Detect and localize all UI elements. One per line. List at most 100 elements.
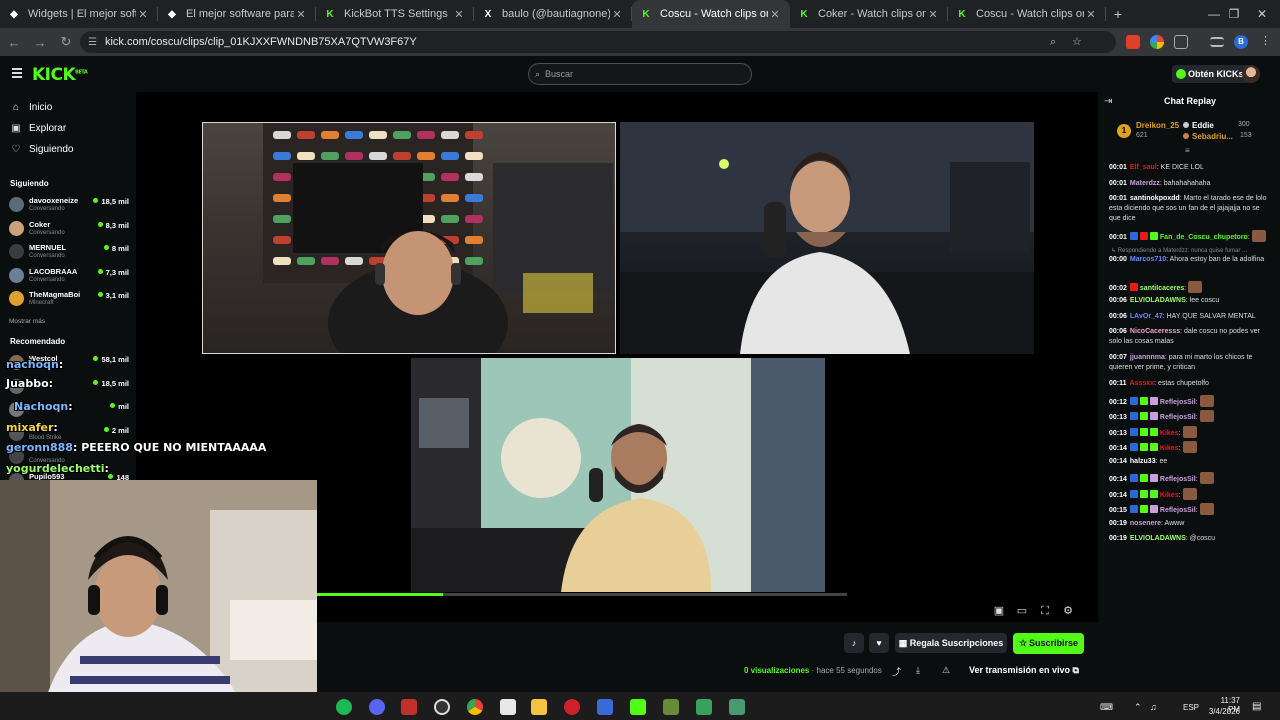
chat-message[interactable]: 00:14 Kikes: — [1109, 487, 1273, 501]
notification-bell-icon[interactable]: ♪ — [844, 633, 864, 653]
opera-icon[interactable] — [564, 699, 580, 715]
chat-username[interactable]: ReflejosSil — [1160, 414, 1196, 421]
expand-leaderboard-icon[interactable]: ≡ — [1185, 146, 1193, 155]
chat-username[interactable]: Elf_saul — [1130, 164, 1157, 171]
watch-live-link[interactable]: Ver transmisión en vivo ⧉ — [969, 665, 1079, 676]
notifications-icon[interactable]: ▤ — [1252, 701, 1261, 712]
extension-icon[interactable] — [1126, 35, 1140, 49]
hamburger-menu-icon[interactable] — [12, 68, 22, 80]
chat-username[interactable]: jjuannnma — [1130, 354, 1165, 361]
chat-message[interactable]: 00:06 ELVIOLADAWNS: lee coscu — [1109, 296, 1273, 306]
search-input[interactable]: ⌕ Buscar — [528, 63, 752, 85]
zoom-icon[interactable]: ⌕ — [1050, 31, 1056, 53]
obs-icon[interactable] — [434, 699, 450, 715]
chat-username[interactable]: nosenere — [1130, 520, 1161, 527]
chat-message[interactable]: 00:12 ReflejosSil: — [1109, 394, 1273, 408]
close-tab-icon[interactable]: ✕ — [294, 8, 308, 21]
reload-icon[interactable]: ↻ — [54, 34, 78, 50]
chat-message[interactable]: 00:11 Asssxx: estas chupetolfo — [1109, 379, 1273, 389]
volume-icon[interactable]: ♫ — [1150, 702, 1157, 712]
theater-mode-icon[interactable]: ▭ — [1015, 604, 1029, 618]
sidebar-channel[interactable]: TheMagmaBoi Minecraft 3,1 mil — [9, 288, 129, 310]
close-window-icon[interactable]: ✕ — [1244, 0, 1280, 28]
chat-username[interactable]: Marcos710 — [1130, 256, 1166, 263]
minecraft-icon[interactable] — [663, 699, 679, 715]
tray-chevron-icon[interactable]: ⌃ — [1134, 702, 1142, 713]
fullscreen-icon[interactable]: ⛶ — [1038, 604, 1052, 618]
settings-gear-icon[interactable]: ⚙ — [1061, 604, 1075, 618]
back-icon[interactable]: ← — [2, 35, 26, 50]
chat-message[interactable]: 00:14 halzu33: ee — [1109, 457, 1273, 467]
close-tab-icon[interactable]: ✕ — [610, 8, 624, 21]
report-warning-icon[interactable]: ⚠ — [942, 665, 950, 676]
profile-avatar[interactable]: B — [1234, 35, 1248, 49]
chat-message[interactable]: 00:01 Fan_de_Coscu_chupetoro: — [1109, 230, 1273, 243]
browser-tab[interactable]: ◆ Widgets | El mejor software para✕ — [0, 0, 158, 28]
chat-username[interactable]: halzu33 — [1130, 458, 1156, 465]
browser-tab[interactable]: ◆ El mejor software para potencia✕ — [158, 0, 316, 28]
chat-username[interactable]: Kikes — [1160, 492, 1179, 499]
chat-message[interactable]: 00:19 nosenere: Awww — [1109, 519, 1273, 529]
user-avatar[interactable] — [1242, 65, 1260, 83]
url-bar[interactable]: ☰ kick.com/coscu/clips/clip_01KJXXFWNDNB… — [80, 31, 1116, 53]
input-language[interactable]: ESP — [1183, 703, 1199, 712]
chat-message[interactable]: 00:02 santiIcaceres: — [1109, 280, 1273, 294]
leader-first-name[interactable]: Dreikon_25 — [1136, 121, 1179, 130]
browser-tab[interactable]: K Coscu - Watch clips on Kick✕ — [948, 0, 1106, 28]
chat-message[interactable]: 00:13 ReflejosSil: — [1109, 410, 1273, 423]
chat-username[interactable]: ReflejosSil — [1160, 507, 1196, 514]
chat-message[interactable]: 00:06 NicoCaceresss: dale coscu no podes … — [1109, 327, 1273, 347]
chat-username[interactable]: Fan_de_Coscu_chupetoro — [1160, 234, 1248, 241]
extensions-puzzle-icon[interactable] — [1174, 35, 1188, 49]
file-explorer-icon[interactable] — [531, 699, 547, 715]
site-info-icon[interactable]: ☰ — [88, 37, 97, 48]
sidebar-channel[interactable]: Coker Conversando 8,3 mil — [9, 218, 129, 240]
keyboard-icon[interactable]: ⌨ — [1100, 702, 1113, 713]
nav-explore[interactable]: ▣ Explorar — [10, 123, 66, 134]
voicemeeter-icon[interactable] — [401, 699, 417, 715]
browser-tab[interactable]: K KickBot TTS Settings ✕ — [316, 0, 474, 28]
browser-menu-icon[interactable]: ⋮ — [1260, 34, 1274, 48]
chat-message[interactable]: 00:01 santinokpoxdd: Marto el tarado ese … — [1109, 194, 1273, 224]
chat-username[interactable]: Materdzz — [1130, 180, 1160, 187]
app-icon[interactable] — [696, 699, 712, 715]
spotify-icon[interactable] — [336, 699, 352, 715]
sidebar-channel[interactable]: LACOBRAAA Conversando 7,3 mil — [9, 265, 129, 287]
bookmark-star-icon[interactable]: ☆ — [1072, 31, 1082, 53]
close-tab-icon[interactable]: ✕ — [768, 8, 782, 21]
get-kicks-button[interactable]: Obtén KICKs — [1172, 65, 1250, 83]
chat-username[interactable]: ELVIOLADAWNS — [1130, 297, 1186, 304]
app-icon[interactable] — [597, 699, 613, 715]
video-progress-bar[interactable] — [316, 593, 847, 596]
chat-username[interactable]: santinokpoxdd — [1130, 195, 1180, 202]
chat-message[interactable]: 00:14 ReflejosSil: — [1109, 472, 1273, 485]
chat-username[interactable]: ReflejosSil — [1160, 399, 1196, 406]
show-more-link[interactable]: Mostrar más — [9, 318, 45, 325]
chat-message[interactable]: 00:15 ReflejosSil: — [1109, 503, 1273, 516]
chat-message[interactable]: 00:19 ELVIOLADAWNS: @coscu — [1109, 534, 1273, 544]
clock-date[interactable]: 3/4/2026 — [1208, 707, 1240, 716]
chat-username[interactable]: LAvOr_47 — [1130, 313, 1163, 320]
download-icon[interactable]: ⤓ — [916, 665, 920, 676]
browser-tab[interactable]: K Coker - Watch clips on Kick✕ — [790, 0, 948, 28]
sidebar-channel[interactable]: MERNUEL Conversando 8 mil — [9, 241, 129, 263]
chrome-icon[interactable] — [467, 699, 483, 715]
kick-logo[interactable]: KICKBETA — [32, 65, 88, 85]
chat-message[interactable]: 00:13 Kikes: — [1109, 425, 1273, 439]
close-tab-icon[interactable]: ✕ — [1084, 8, 1098, 21]
chat-username[interactable]: Asssxx — [1130, 380, 1155, 387]
chat-message[interactable]: 00:07 jjuannnma: para mi marto los chicos… — [1109, 353, 1273, 373]
extension-icon[interactable] — [1150, 35, 1164, 49]
chat-username[interactable]: santiIcaceres — [1140, 285, 1184, 292]
gift-subs-button[interactable]: ▦ Regala Suscripciones — [895, 633, 1007, 653]
chat-message[interactable]: 00:06 LAvOr_47: HAY QUE SALVAR MENTAL — [1109, 312, 1273, 322]
close-tab-icon[interactable]: ✕ — [452, 8, 466, 21]
sidebar-channel[interactable]: davooxeneize Conversando 18,5 mil — [9, 194, 129, 216]
chat-username[interactable]: Kikes — [1160, 430, 1179, 437]
share-icon[interactable]: ⤴ — [892, 665, 901, 678]
kick-app-icon[interactable] — [630, 699, 646, 715]
browser-tab[interactable]: K Coscu - Watch clips on Kick✕ — [632, 0, 790, 28]
chat-username[interactable]: Kikes — [1160, 445, 1179, 452]
chat-username[interactable]: ReflejosSil — [1160, 476, 1196, 483]
forward-icon[interactable]: → — [28, 35, 52, 50]
